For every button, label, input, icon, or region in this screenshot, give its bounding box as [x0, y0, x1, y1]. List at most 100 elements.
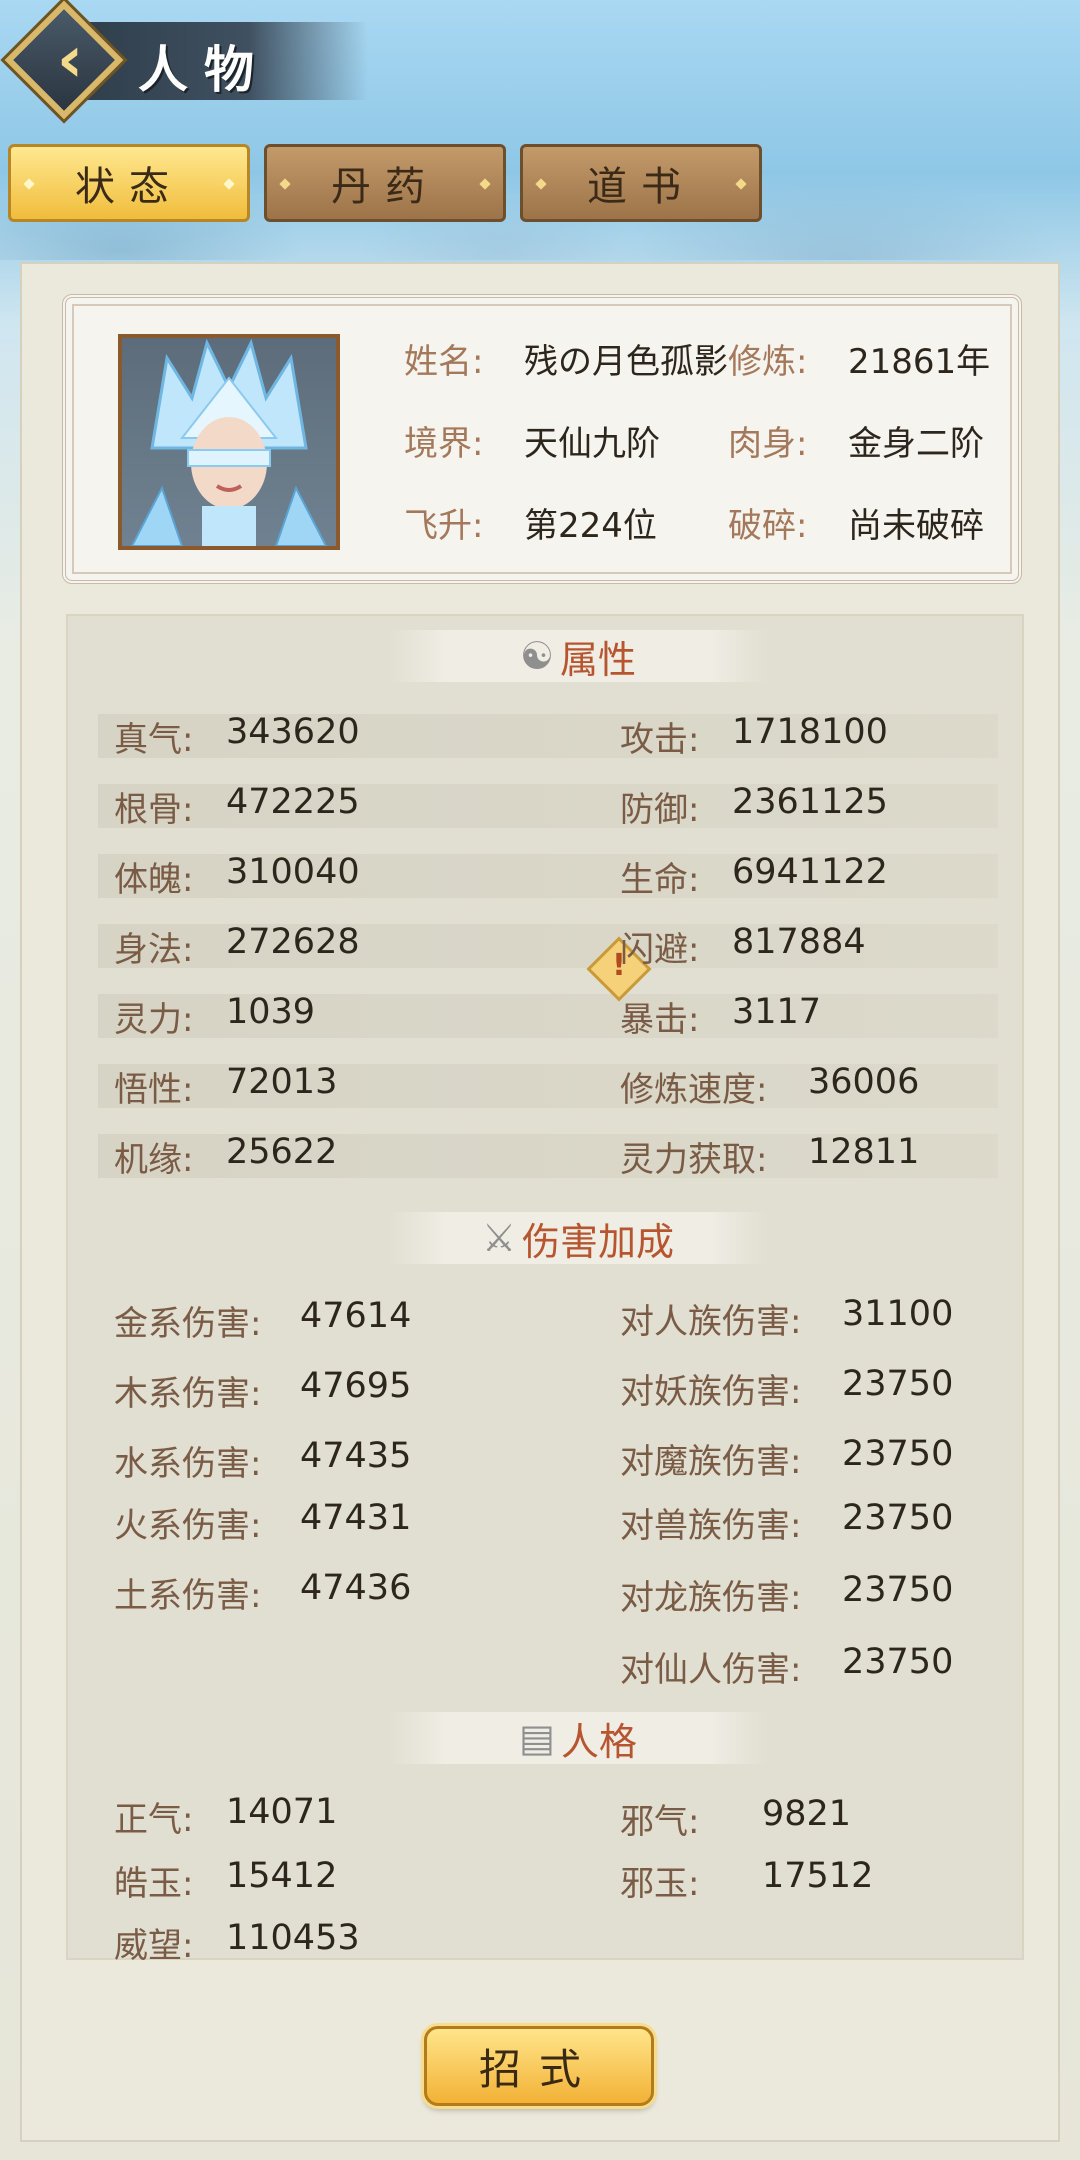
tab-ornament [535, 178, 547, 190]
section-title: 人格 [560, 1719, 637, 1764]
cultivation-value: 21861年 [848, 342, 991, 382]
stat-value: 23750 [842, 1434, 954, 1474]
stat-value: 2361125 [732, 782, 888, 822]
stat-label: 防御: [620, 790, 700, 830]
stat-value: 47435 [300, 1436, 412, 1476]
stat-value: 47614 [300, 1296, 412, 1336]
back-arrow-icon[interactable]: ‹ [30, 20, 110, 100]
tab-status[interactable]: 状态 [8, 144, 250, 222]
stat-value: 23750 [842, 1364, 954, 1404]
stat-label: 对仙人伤害: [620, 1650, 802, 1690]
tab-ornament [279, 178, 291, 190]
tab-ornament [23, 178, 35, 190]
realm-label: 境界: [404, 424, 484, 464]
tab-label: 丹药 [331, 164, 439, 210]
stat-label: 对龙族伤害: [620, 1578, 802, 1618]
stat-value: 272628 [226, 922, 360, 962]
stat-value: 1039 [226, 992, 316, 1032]
stat-label: 正气: [114, 1800, 194, 1840]
ascend-label: 飞升: [404, 506, 484, 546]
stat-value: 47431 [300, 1498, 412, 1538]
tab-ornament [735, 178, 747, 190]
stat-label: 对人族伤害: [620, 1302, 802, 1342]
stat-value: 36006 [808, 1062, 920, 1102]
stat-value: 817884 [732, 922, 866, 962]
book-icon: ▤ [519, 1716, 555, 1760]
stat-label: 火系伤害: [114, 1506, 262, 1546]
stat-value: 72013 [226, 1062, 338, 1102]
character-panel: 姓名: 残の月色孤影 修炼: 21861年 境界: 天仙九阶 肉身: 金身二阶 … [20, 262, 1060, 2142]
stat-label: 根骨: [114, 790, 194, 830]
body-value: 金身二阶 [848, 424, 984, 464]
stat-value: 15412 [226, 1856, 338, 1896]
body-label: 肉身: [728, 424, 808, 464]
page-header: ‹ 人物 [4, 0, 368, 120]
name-value: 残の月色孤影 [524, 342, 728, 382]
stat-label: 皓玉: [114, 1864, 194, 1904]
stat-value: 9821 [762, 1794, 852, 1834]
stat-value: 47695 [300, 1366, 412, 1406]
stat-value: 23750 [842, 1570, 954, 1610]
stat-label: 对妖族伤害: [620, 1372, 802, 1412]
stat-label: 邪气: [620, 1802, 700, 1842]
stat-value: 25622 [226, 1132, 338, 1172]
tab-label: 道书 [587, 164, 695, 210]
stat-label: 修炼速度: [620, 1070, 768, 1110]
stat-value: 47436 [300, 1568, 412, 1608]
ascend-value: 第224位 [524, 506, 657, 546]
shatter-label: 破碎: [728, 506, 808, 546]
tab-books[interactable]: 道书 [520, 144, 762, 222]
stat-label: 水系伤害: [114, 1444, 262, 1484]
stat-label: 对兽族伤害: [620, 1506, 802, 1546]
stat-label: 悟性: [114, 1070, 194, 1110]
stat-label: 灵力获取: [620, 1140, 768, 1180]
tab-ornament [479, 178, 491, 190]
name-label: 姓名: [404, 342, 484, 382]
stat-value: 110453 [226, 1918, 360, 1958]
stat-value: 23750 [842, 1498, 954, 1538]
stat-value: 343620 [226, 712, 360, 752]
stat-label: 身法: [114, 930, 194, 970]
stat-label: 土系伤害: [114, 1576, 262, 1616]
section-header-personality: ▤ 人格 [388, 1712, 768, 1764]
section-header-attributes: ☯ 属性 [388, 630, 768, 682]
stat-value: 14071 [226, 1792, 338, 1832]
avatar-portrait-icon [130, 338, 328, 546]
stat-label: 生命: [620, 860, 700, 900]
stat-value: 6941122 [732, 852, 888, 892]
section-title: 属性 [560, 637, 637, 682]
stat-label: 体魄: [114, 860, 194, 900]
stat-value: 17512 [762, 1856, 874, 1896]
stat-label: 闪避: [620, 930, 700, 970]
cultivation-label: 修炼: [728, 342, 808, 382]
stat-value: 1718100 [732, 712, 888, 752]
character-avatar[interactable] [118, 334, 340, 550]
tab-ornament [223, 178, 235, 190]
skills-button[interactable]: 招式 [424, 2026, 654, 2106]
stat-label: 邪玉: [620, 1864, 700, 1904]
stat-label: 暴击: [620, 1000, 700, 1040]
stat-value: 31100 [842, 1294, 954, 1334]
stat-value: 310040 [226, 852, 360, 892]
stat-label: 金系伤害: [114, 1304, 262, 1344]
realm-value: 天仙九阶 [524, 424, 660, 464]
stat-label: 灵力: [114, 1000, 194, 1040]
stat-label: 木系伤害: [114, 1374, 262, 1414]
section-header-damage: ⚔ 伤害加成 [388, 1212, 768, 1264]
stat-label: 机缘: [114, 1140, 194, 1180]
stat-value: 12811 [808, 1132, 920, 1172]
tab-label: 状态 [75, 164, 183, 210]
yin-yang-icon: ☯ [519, 634, 555, 678]
stat-label: 威望: [114, 1926, 194, 1966]
stat-value: 3117 [732, 992, 822, 1032]
stat-label: 真气: [114, 720, 194, 760]
tab-pills[interactable]: 丹药 [264, 144, 506, 222]
stat-label: 对魔族伤害: [620, 1442, 802, 1482]
profile-card: 姓名: 残の月色孤影 修炼: 21861年 境界: 天仙九阶 肉身: 金身二阶 … [62, 294, 1022, 584]
page-title: 人物 [138, 40, 270, 99]
section-title: 伤害加成 [522, 1219, 675, 1264]
stat-value: 23750 [842, 1642, 954, 1682]
shatter-value: 尚未破碎 [848, 506, 984, 546]
stats-area: ☯ 属性 真气: 343620 根骨: 472225 体魄: 310040 身法… [66, 614, 1024, 1966]
crossed-swords-icon: ⚔ [481, 1216, 517, 1260]
